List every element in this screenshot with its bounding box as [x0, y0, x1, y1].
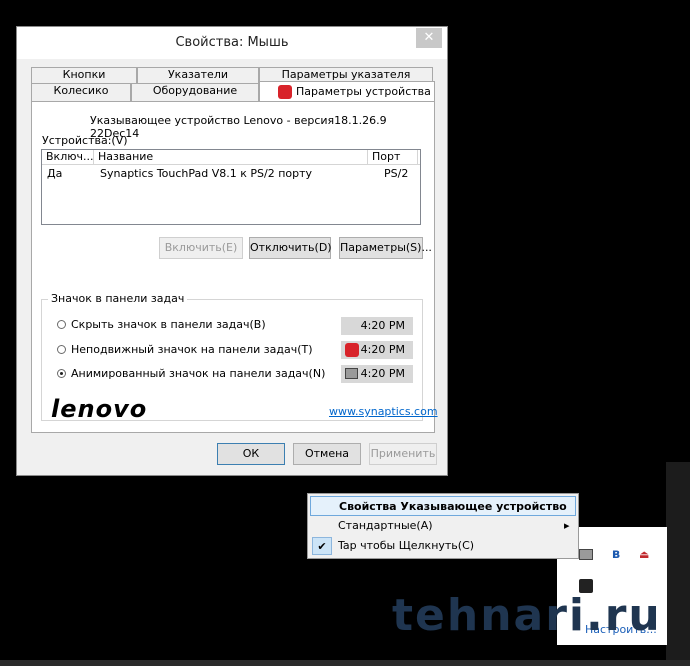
cell-name: Synaptics TouchPad V8.1 к PS/2 порту — [100, 167, 313, 180]
menu-item-label: Tap чтобы Щелкнуть(C) — [338, 539, 475, 552]
context-menu: Свойства Указывающее устройство Стандарт… — [307, 493, 579, 559]
synaptics-icon — [278, 85, 292, 99]
tab-hardware[interactable]: Оборудование — [131, 83, 259, 101]
clock-preview: 4:20 PM — [341, 317, 413, 335]
tab-label: Колесико — [53, 84, 109, 97]
cancel-button[interactable]: Отмена — [293, 443, 361, 465]
window-title: Свойства: Мышь — [175, 35, 289, 50]
tab-device-settings[interactable]: Параметры устройства — [259, 81, 435, 103]
tab-pointers[interactable]: Указатели — [137, 67, 259, 83]
tab-label: Параметры указателя — [281, 68, 411, 81]
radio-label[interactable]: Анимированный значок на панели задач(N) — [71, 367, 325, 380]
checkmark-icon: ✔ — [312, 537, 332, 555]
devices-label: Устройства:(V) — [42, 134, 128, 147]
usb-eject-icon[interactable]: ⏏ — [639, 548, 653, 562]
touchpad-tray-icon — [345, 368, 358, 379]
radio-label[interactable]: Скрыть значок в панели задач(B) — [71, 318, 266, 331]
menu-item-standard[interactable]: Стандартные(A) ▸ — [310, 516, 576, 536]
list-header: Включ... Название Порт — [42, 150, 420, 165]
tab-label: Оборудование — [152, 84, 238, 97]
ok-button[interactable]: ОК — [217, 443, 285, 465]
cell-port: PS/2 — [384, 167, 409, 180]
radio-hide-icon[interactable] — [57, 320, 66, 329]
side-panel — [666, 462, 690, 660]
radio-animated-icon[interactable] — [57, 369, 66, 378]
devices-list[interactable]: Включ... Название Порт Да Synaptics Touc… — [41, 149, 421, 225]
disable-button[interactable]: Отключить(D) — [249, 237, 332, 259]
watermark: tehnari.ru — [392, 590, 662, 641]
touchpad-tray-icon[interactable] — [579, 549, 593, 560]
tab-buttons[interactable]: Кнопки — [31, 67, 137, 83]
clock-time: 4:20 PM — [360, 343, 405, 356]
version-text: Указывающее устройство Lenovo - версия18… — [90, 114, 387, 140]
clock-preview: 4:20 PM — [341, 365, 413, 383]
enable-button[interactable]: Включить(E) — [159, 237, 243, 259]
synaptics-link[interactable]: www.synaptics.com — [329, 405, 438, 418]
settings-button[interactable]: Параметры(S)... — [339, 237, 432, 259]
mouse-properties-dialog: Свойства: Мышь ✕ Кнопки Указатели Параме… — [16, 26, 448, 476]
lenovo-logo: lenovo — [51, 395, 148, 423]
tab-label: Параметры устройства — [296, 85, 431, 98]
radio-label[interactable]: Неподвижный значок на панели задач(T) — [71, 343, 313, 356]
radio-static-icon[interactable] — [57, 345, 66, 354]
close-button[interactable]: ✕ — [416, 28, 442, 48]
column-port[interactable]: Порт — [368, 150, 418, 164]
tab-wheel[interactable]: Колесико — [31, 83, 131, 101]
clock-time: 4:20 PM — [360, 367, 405, 380]
column-name[interactable]: Название — [94, 150, 368, 164]
clock-time: 4:20 PM — [360, 319, 405, 332]
clock-preview: 4:20 PM — [341, 341, 413, 359]
column-enabled[interactable]: Включ... — [42, 150, 94, 164]
apply-button[interactable]: Применить — [369, 443, 437, 465]
cell-enabled: Да — [47, 167, 63, 180]
synaptics-tray-icon — [345, 343, 359, 357]
menu-item-label: Свойства Указывающее устройство — [339, 500, 567, 513]
titlebar[interactable]: Свойства: Мышь ✕ — [17, 27, 447, 59]
submenu-arrow-icon: ▸ — [564, 519, 570, 532]
tab-label: Кнопки — [62, 68, 106, 81]
group-title: Значок в панели задач — [48, 292, 188, 305]
bottom-edge — [0, 660, 690, 666]
menu-item-properties[interactable]: Свойства Указывающее устройство — [310, 496, 576, 516]
device-row[interactable]: Да Synaptics TouchPad V8.1 к PS/2 порту … — [42, 166, 420, 182]
bluetooth-icon[interactable]: ʙ — [609, 547, 623, 562]
menu-item-tap-to-click[interactable]: ✔ Tap чтобы Щелкнуть(C) — [310, 536, 576, 556]
tab-label: Указатели — [167, 68, 229, 81]
menu-item-label: Стандартные(A) — [338, 519, 433, 532]
